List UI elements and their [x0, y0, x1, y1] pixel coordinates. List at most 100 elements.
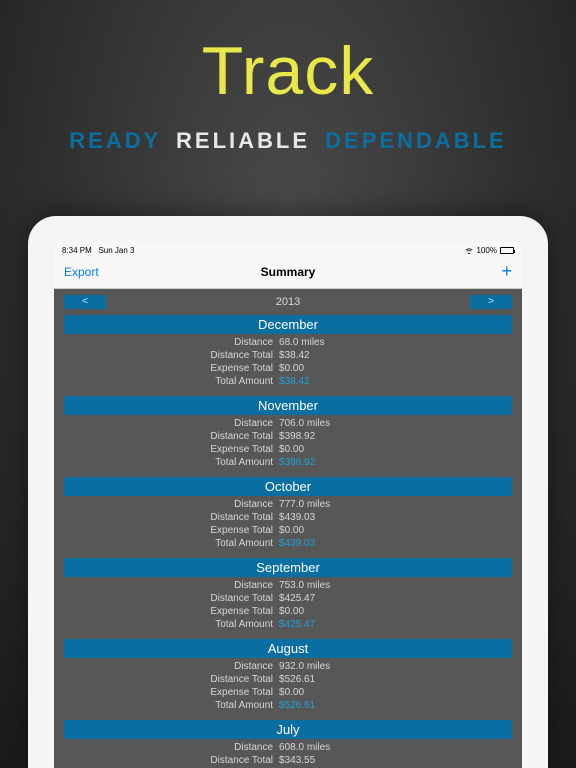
- stat-row: Distance608.0 miles: [64, 741, 512, 754]
- stat-value: $0.00: [279, 524, 512, 537]
- status-left: 8:34 PM Sun Jan 3: [62, 246, 135, 255]
- stat-label: Expense Total: [64, 362, 279, 375]
- stat-value: $0.00: [279, 605, 512, 618]
- month-header[interactable]: November: [64, 396, 512, 415]
- stat-value: $439.03: [279, 511, 512, 524]
- status-time: 8:34 PM: [62, 246, 92, 255]
- stat-value: 68.0 miles: [279, 336, 512, 349]
- stat-value: 932.0 miles: [279, 660, 512, 673]
- stat-value: $38.42: [279, 349, 512, 362]
- stat-value: $38.42: [279, 375, 512, 388]
- month-rows: Distance777.0 milesDistance Total$439.03…: [64, 496, 512, 554]
- month-rows: Distance932.0 milesDistance Total$526.61…: [64, 658, 512, 716]
- stat-label: Distance: [64, 660, 279, 673]
- hero-tagline: READY RELIABLE DEPENDABLE: [0, 128, 576, 154]
- stat-value: $425.47: [279, 618, 512, 631]
- stat-value: 777.0 miles: [279, 498, 512, 511]
- month-block: SeptemberDistance753.0 milesDistance Tot…: [64, 558, 512, 635]
- month-header[interactable]: July: [64, 720, 512, 739]
- tablet-frame: 8:34 PM Sun Jan 3 100% Export Summary + …: [28, 216, 548, 768]
- month-rows: Distance68.0 milesDistance Total$38.42Ex…: [64, 334, 512, 392]
- stat-value: 608.0 miles: [279, 741, 512, 754]
- status-battery-pct: 100%: [477, 246, 497, 255]
- status-right: 100%: [464, 246, 514, 255]
- months-list: DecemberDistance68.0 milesDistance Total…: [64, 315, 512, 768]
- status-bar: 8:34 PM Sun Jan 3 100%: [54, 242, 522, 257]
- page-title: Summary: [261, 265, 316, 279]
- battery-icon: [500, 247, 514, 254]
- month-header[interactable]: October: [64, 477, 512, 496]
- stat-row: Total Amount$439.03: [64, 537, 512, 550]
- stat-label: Expense Total: [64, 524, 279, 537]
- stat-value: $398.92: [279, 430, 512, 443]
- stat-label: Total Amount: [64, 537, 279, 550]
- stat-label: Distance: [64, 336, 279, 349]
- stat-value: $343.55: [279, 754, 512, 767]
- stat-row: Total Amount$526.61: [64, 699, 512, 712]
- stat-row: Expense Total$0.00: [64, 362, 512, 375]
- nav-bar: Export Summary +: [54, 257, 522, 289]
- stat-label: Distance Total: [64, 430, 279, 443]
- stat-label: Total Amount: [64, 618, 279, 631]
- stat-label: Total Amount: [64, 375, 279, 388]
- tagline-word-1: READY: [69, 128, 161, 153]
- stat-label: Total Amount: [64, 699, 279, 712]
- month-rows: Distance753.0 milesDistance Total$425.47…: [64, 577, 512, 635]
- stat-label: Expense Total: [64, 686, 279, 699]
- stat-label: Distance: [64, 498, 279, 511]
- stat-row: Expense Total$0.00: [64, 524, 512, 537]
- screen: 8:34 PM Sun Jan 3 100% Export Summary + …: [54, 242, 522, 768]
- stat-row: Total Amount$38.42: [64, 375, 512, 388]
- stat-value: 753.0 miles: [279, 579, 512, 592]
- stat-value: $0.00: [279, 362, 512, 375]
- wifi-icon: [464, 247, 474, 254]
- stat-value: $526.61: [279, 699, 512, 712]
- month-header[interactable]: August: [64, 639, 512, 658]
- stat-value: 706.0 miles: [279, 417, 512, 430]
- stat-row: Distance Total$425.47: [64, 592, 512, 605]
- stat-row: Distance Total$526.61: [64, 673, 512, 686]
- stat-row: Distance68.0 miles: [64, 336, 512, 349]
- stat-row: Distance Total$439.03: [64, 511, 512, 524]
- tagline-word-2: RELIABLE: [176, 128, 310, 153]
- stat-label: Distance: [64, 579, 279, 592]
- content-area[interactable]: < 2013 > DecemberDistance68.0 milesDista…: [54, 289, 522, 768]
- stat-row: Distance932.0 miles: [64, 660, 512, 673]
- stat-row: Distance753.0 miles: [64, 579, 512, 592]
- stat-label: Total Amount: [64, 456, 279, 469]
- month-block: OctoberDistance777.0 milesDistance Total…: [64, 477, 512, 554]
- stat-label: Distance Total: [64, 592, 279, 605]
- year-next-button[interactable]: >: [470, 295, 512, 309]
- stat-row: Total Amount$425.47: [64, 618, 512, 631]
- stat-row: Expense Total$0.00: [64, 686, 512, 699]
- stat-row: Distance Total$38.42: [64, 349, 512, 362]
- stat-value: $425.47: [279, 592, 512, 605]
- year-prev-button[interactable]: <: [64, 295, 106, 309]
- stat-label: Distance: [64, 417, 279, 430]
- stat-row: Distance Total$343.55: [64, 754, 512, 767]
- stat-label: Distance Total: [64, 349, 279, 362]
- month-block: NovemberDistance706.0 milesDistance Tota…: [64, 396, 512, 473]
- stat-row: Distance706.0 miles: [64, 417, 512, 430]
- status-date: Sun Jan 3: [98, 246, 134, 255]
- month-header[interactable]: December: [64, 315, 512, 334]
- export-button[interactable]: Export: [64, 265, 124, 279]
- month-block: AugustDistance932.0 milesDistance Total$…: [64, 639, 512, 716]
- stat-row: Total Amount$398.92: [64, 456, 512, 469]
- stat-row: Distance777.0 miles: [64, 498, 512, 511]
- stat-value: $526.61: [279, 673, 512, 686]
- year-nav: < 2013 >: [64, 295, 512, 309]
- stat-label: Expense Total: [64, 605, 279, 618]
- month-block: DecemberDistance68.0 milesDistance Total…: [64, 315, 512, 392]
- stat-value: $398.92: [279, 456, 512, 469]
- year-label: 2013: [112, 296, 464, 308]
- stat-label: Expense Total: [64, 443, 279, 456]
- stat-row: Distance Total$398.92: [64, 430, 512, 443]
- stat-row: Expense Total$0.00: [64, 443, 512, 456]
- hero: Track READY RELIABLE DEPENDABLE: [0, 0, 576, 154]
- stat-label: Distance Total: [64, 754, 279, 767]
- month-rows: Distance706.0 milesDistance Total$398.92…: [64, 415, 512, 473]
- month-header[interactable]: September: [64, 558, 512, 577]
- add-button[interactable]: +: [452, 261, 512, 282]
- stat-label: Distance Total: [64, 673, 279, 686]
